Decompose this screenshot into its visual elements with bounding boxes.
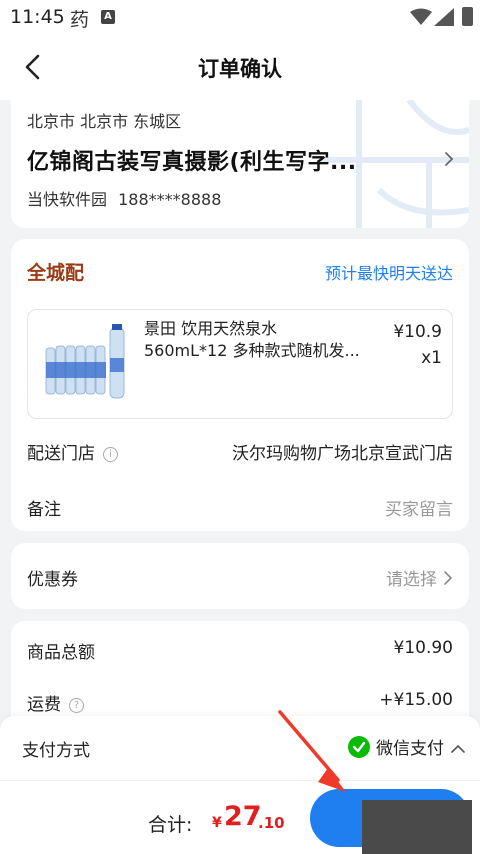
summary-card: 商品总额 ¥10.90 运费? +¥15.00 <box>11 621 469 731</box>
product-image <box>40 322 130 408</box>
coupon-select: 请选择 <box>386 570 437 590</box>
delivery-mode: 全城配 <box>27 262 85 284</box>
remark-input[interactable]: 买家留言 <box>385 495 453 520</box>
app-notification-icon: 药 <box>70 9 90 31</box>
help-icon[interactable]: ? <box>69 698 84 713</box>
payment-selector[interactable]: 微信支付 <box>348 734 466 759</box>
payment-method-bar[interactable]: 支付方式 微信支付 <box>0 716 480 780</box>
coupon-card[interactable]: 优惠券 请选择 <box>11 543 469 609</box>
address-contact: 当快软件园 188****8888 <box>27 186 221 210</box>
coupon-value: 请选择 <box>386 565 453 590</box>
store-value: 沃尔玛购物广场北京宣武门店 <box>232 444 453 464</box>
total-amount-decimal: .10 <box>258 814 285 832</box>
product-name-line1: 景田 饮用天然泉水 <box>144 319 278 338</box>
product-name: 景田 饮用天然泉水 560mL*12 多种款式随机发... <box>144 318 374 362</box>
order-card: 全城配 预计最快明天送达 景田 饮用天然泉水 560mL*12 多种款式随机发.… <box>11 239 469 531</box>
wifi-icon <box>410 8 432 25</box>
contact-phone: 188****8888 <box>118 190 222 209</box>
contact-name: 当快软件园 <box>27 190 108 209</box>
info-icon[interactable]: i <box>103 447 118 462</box>
store-label: 配送门店 <box>27 444 95 464</box>
remark-label: 备注 <box>27 500 61 520</box>
store-row-label: 配送门店 i <box>27 439 118 464</box>
shipping-row-label: 运费? <box>27 690 84 715</box>
page-title: 订单确认 <box>198 57 282 81</box>
signal-icon <box>434 8 454 26</box>
a-badge-icon: A <box>101 10 115 24</box>
address-region: 北京市 北京市 东城区 <box>27 112 182 131</box>
delivery-eta: 预计最快明天送达 <box>324 264 453 283</box>
total-amount-integer: 27 <box>224 801 262 832</box>
coupon-label: 优惠券 <box>27 570 78 590</box>
product-item[interactable]: 景田 饮用天然泉水 560mL*12 多种款式随机发... ¥10.9 x1 <box>27 309 453 419</box>
product-quantity: x1 <box>421 348 442 368</box>
payment-method: 微信支付 <box>376 739 444 759</box>
address-name: 亿锦阁古装写真摄影(利生写字... <box>27 150 357 175</box>
battery-icon <box>462 7 473 26</box>
obscured-overlay <box>362 800 472 854</box>
address-card[interactable]: 北京市 北京市 东城区 亿锦阁古装写真摄影(利生写字... 当快软件园 188*… <box>11 100 469 228</box>
nav-bar: 订单确认 <box>0 36 480 100</box>
subtotal-value: ¥10.90 <box>393 638 453 658</box>
total-currency: ¥ <box>212 815 222 831</box>
shipping-value: +¥15.00 <box>379 690 453 710</box>
product-price: ¥10.9 <box>393 322 442 342</box>
total-label: 合计: <box>148 814 193 836</box>
status-time: 11:45 <box>10 6 65 28</box>
chevron-right-icon <box>445 152 454 166</box>
wechat-pay-icon <box>348 736 370 758</box>
product-name-line2: 560mL*12 多种款式随机发... <box>144 341 360 360</box>
chevron-up-icon <box>451 744 465 753</box>
shipping-label: 运费 <box>27 695 61 715</box>
status-bar: 11:45 药 A <box>0 0 480 36</box>
chevron-right-icon <box>444 571 453 585</box>
payment-label: 支付方式 <box>22 741 90 761</box>
subtotal-label: 商品总额 <box>27 643 95 663</box>
